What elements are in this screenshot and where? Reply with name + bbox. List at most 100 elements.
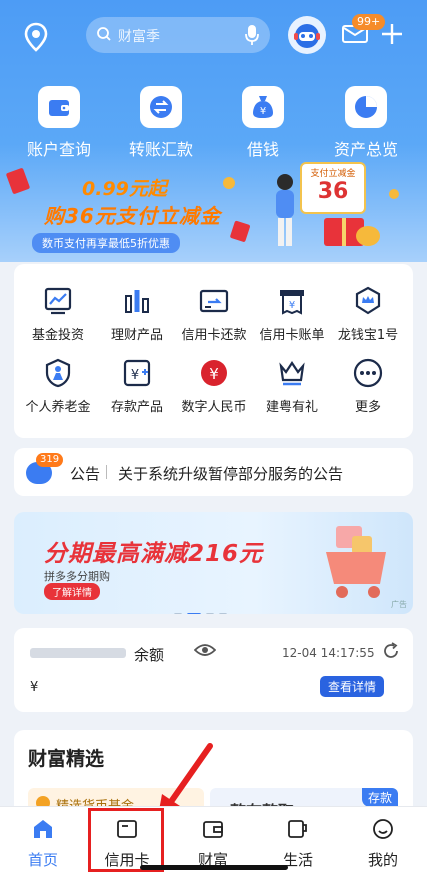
header-background: 财富季 99+ 账户查询 转账汇款 ¥ 借钱 资产总览 0.99元起 购36元支…	[0, 0, 427, 262]
svg-text:¥: ¥	[260, 106, 266, 117]
section-title: 财富精选	[28, 748, 105, 770]
discount-card: 支付立减金 36	[300, 162, 366, 214]
service-more[interactable]: 更多	[328, 358, 408, 415]
balance-amount: ¥	[30, 680, 39, 695]
discount-card-title: 支付立减金	[310, 169, 356, 179]
deposit-icon: ¥	[123, 359, 151, 387]
service-label: 个人养老金	[25, 400, 91, 415]
promo-subtitle: 拼多多分期购	[44, 570, 110, 583]
cup-icon	[288, 820, 307, 838]
quick-action-account-query[interactable]: 账户查询	[9, 86, 109, 160]
ad-tag: 广告	[391, 600, 407, 609]
service-personal-pension[interactable]: 个人养老金	[18, 358, 98, 415]
service-label: 存款产品	[110, 400, 163, 415]
tab-label: 首页	[27, 851, 58, 869]
account-balance-card[interactable]: 余额 12-04 14:17:55 ¥ 查看详情	[14, 628, 413, 712]
tab-wealth[interactable]: 财富	[170, 817, 256, 870]
balance-label: 余额	[134, 646, 165, 664]
quick-action-label: 转账汇款	[128, 140, 193, 159]
digital-rmb-icon: ¥	[201, 360, 227, 386]
announcement-title: 公告	[70, 465, 101, 483]
quick-action-label: 借钱	[246, 140, 279, 159]
quick-action-label: 账户查询	[26, 140, 91, 159]
announcement-bar[interactable]: 319 公告 关于系统升级暂停部分服务的公告	[14, 448, 413, 496]
service-wealth-products[interactable]: 理财产品	[97, 286, 177, 343]
carousel-indicator	[174, 601, 232, 614]
quick-actions: 账户查询 转账汇款 ¥ 借钱 资产总览	[0, 86, 427, 160]
service-digital-rmb[interactable]: ¥ 数字人民币	[174, 358, 254, 415]
person-illustration	[276, 174, 294, 246]
coin-icon	[389, 189, 399, 199]
service-label: 信用卡账单	[259, 328, 325, 343]
promo-banner-payment[interactable]: 0.99元起 购36元支付立减金 数币支付再享最低5折优惠 支付立减金 36	[0, 160, 427, 260]
service-jianyue-gift[interactable]: 建粤有礼	[252, 358, 332, 415]
service-label: 建粤有礼	[265, 400, 318, 415]
coin-icon	[223, 177, 235, 189]
balance-timestamp: 12-04 14:17:55	[282, 646, 375, 660]
money-bag-icon: ¥	[242, 86, 284, 128]
pension-icon	[45, 358, 71, 388]
service-deposit-products[interactable]: ¥ 存款产品	[97, 358, 177, 415]
more-icon	[353, 358, 383, 388]
transfer-icon	[140, 86, 182, 128]
fund-chart-icon	[44, 287, 72, 315]
smile-icon	[373, 819, 393, 839]
search-bar[interactable]: 财富季	[86, 17, 270, 53]
card-repay-icon	[199, 289, 229, 313]
robot-icon	[294, 24, 320, 48]
location-pin-icon[interactable]	[22, 22, 50, 52]
service-credit-card-repay[interactable]: 信用卡还款	[174, 286, 254, 343]
banner-note: 数币支付再享最低5折优惠	[32, 233, 180, 253]
promo-headline: 分期最高满减216元	[44, 541, 264, 567]
service-label: 信用卡还款	[181, 328, 247, 343]
announcement-text: 关于系统升级暂停部分服务的公告	[118, 465, 344, 483]
service-fund-investment[interactable]: 基金投资	[18, 286, 98, 343]
view-details-button[interactable]: 查看详情	[320, 676, 385, 697]
announcement-badge: 319	[36, 453, 64, 467]
masked-account-name	[30, 648, 126, 658]
quick-action-transfer[interactable]: 转账汇款	[111, 86, 211, 160]
search-icon	[97, 27, 111, 41]
assistant-avatar[interactable]	[288, 16, 326, 54]
promo-banner-installment[interactable]: 分期最高满减216元 拼多多分期购 了解详情 广告	[14, 512, 413, 614]
top-bar: 财富季 99+	[0, 14, 427, 58]
annotation-highlight-box	[88, 808, 164, 872]
search-placeholder: 财富季	[118, 29, 160, 45]
wallet-icon	[38, 86, 80, 128]
quick-action-asset-overview[interactable]: 资产总览	[316, 86, 416, 160]
discount-card-value: 36	[317, 179, 349, 204]
bill-icon: ¥	[280, 290, 304, 315]
pie-chart-icon	[345, 86, 387, 128]
crown-shield-icon	[355, 286, 381, 315]
bar-chart-icon	[125, 290, 149, 313]
tab-mine[interactable]: 我的	[340, 817, 426, 870]
service-longqianbao[interactable]: 龙钱宝1号	[328, 286, 408, 343]
deposit-tag: 存款	[361, 788, 398, 807]
service-label: 数字人民币	[181, 400, 247, 415]
service-label: 理财产品	[110, 328, 163, 343]
red-envelope-icon	[6, 168, 30, 194]
service-label: 基金投资	[31, 328, 84, 343]
eye-icon[interactable]	[194, 642, 216, 658]
banner-subheadline: 购36元支付立减金	[44, 204, 221, 228]
quick-action-borrow[interactable]: ¥ 借钱	[213, 86, 313, 160]
tab-life[interactable]: 生活	[255, 817, 341, 870]
red-envelope-icon	[230, 220, 250, 242]
service-credit-card-bill[interactable]: ¥ 信用卡账单	[252, 286, 332, 343]
svg-text:¥: ¥	[131, 368, 139, 383]
gift-crown-icon	[279, 361, 305, 386]
tab-home[interactable]: 首页	[0, 817, 86, 870]
service-grid: 基金投资 理财产品 信用卡还款 ¥ 信用卡账单 龙钱宝1号 个人养老金 ¥ 存款…	[14, 264, 413, 438]
gift-box-icon	[324, 218, 380, 246]
wallet-icon	[203, 821, 223, 838]
svg-text:¥: ¥	[209, 365, 219, 383]
microphone-icon[interactable]	[244, 24, 260, 46]
divider	[106, 465, 107, 479]
banner-headline: 0.99元起	[82, 178, 167, 200]
service-label: 龙钱宝1号	[337, 328, 399, 343]
home-icon	[34, 820, 52, 838]
quick-action-label: 资产总览	[333, 140, 398, 159]
add-icon[interactable]	[380, 22, 404, 46]
promo-detail-button[interactable]: 了解详情	[44, 583, 100, 600]
refresh-icon[interactable]	[382, 642, 400, 660]
